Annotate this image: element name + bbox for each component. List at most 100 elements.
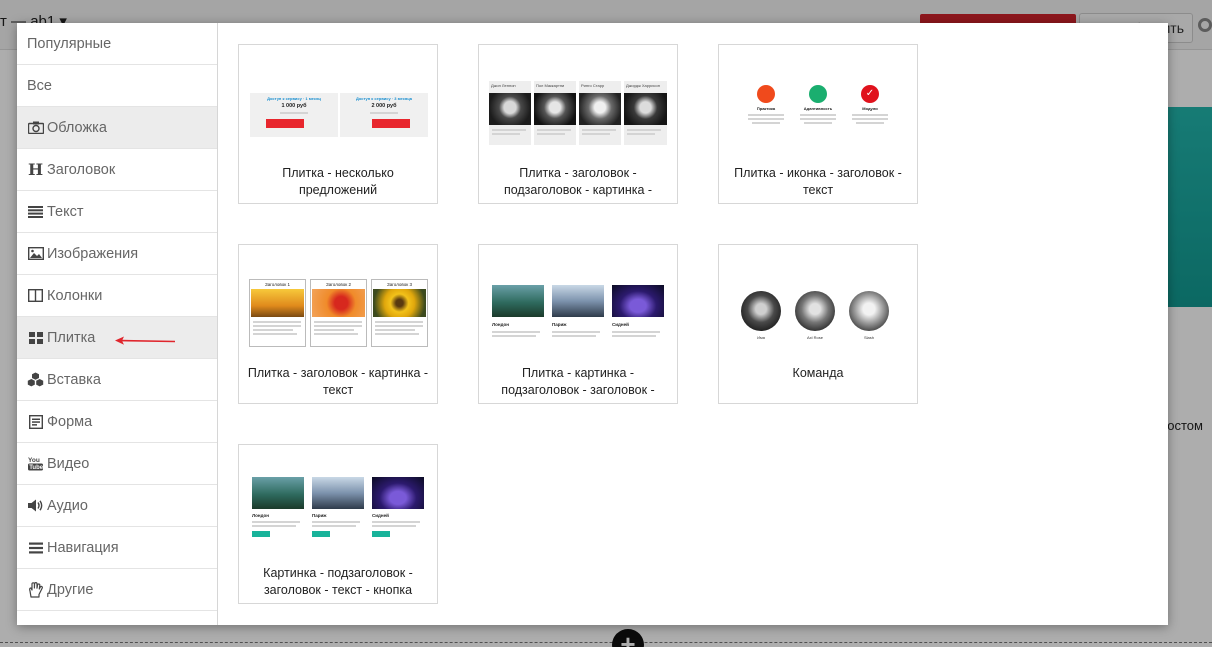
template-caption: Картинка - подзаголовок - заголовок - те… [263, 566, 413, 597]
runner-photo [312, 289, 365, 317]
template-thumbnail: Лондон Париж Сидней [248, 475, 428, 551]
sidebar-item-form[interactable]: Форма [17, 401, 217, 443]
sidebar-item-label: Все [27, 77, 52, 94]
feature-title: Практика [756, 106, 776, 111]
template-thumbnail: Заголовок 1 Заголовок 2 Заголовок 3 [248, 275, 428, 351]
youtube-icon: You Tube [27, 456, 44, 472]
sidebar-item-label: Видео [47, 455, 90, 472]
team-avatar [795, 291, 835, 331]
heading-icon: H [27, 160, 44, 179]
tiles-icon [27, 330, 44, 346]
card-button [372, 531, 390, 537]
person-tile: Пол Маккартни [534, 81, 576, 145]
template-card-cities[interactable]: Лондон Париж Сидней Плитка - картинка - … [478, 244, 678, 404]
card-button [252, 531, 270, 537]
text-lines-icon [27, 204, 44, 220]
template-card-heading-picture[interactable]: Заголовок 1 Заголовок 2 Заголовок 3 Плит… [238, 244, 438, 404]
city-name: Сидней [372, 513, 389, 518]
offer-head: Доступ к сервису · 3 месяца [355, 96, 412, 101]
template-caption: Плитка - иконка - заголовок - текст [734, 166, 902, 197]
london-photo [252, 477, 304, 509]
category-sidebar: Популярные Все Обложка H Заголовок Текст… [17, 23, 218, 625]
sidebar-item-label: Обложка [47, 119, 107, 136]
sidebar-item-cover[interactable]: Обложка [17, 107, 217, 149]
template-caption: Плитка - заголовок - картинка - текст [247, 366, 429, 397]
sidebar-item-navigation[interactable]: Навигация [17, 527, 217, 569]
speaker-icon [27, 498, 44, 514]
icon-feature: Практика [746, 85, 786, 145]
person-photo [534, 93, 576, 125]
sidebar-item-other[interactable]: Другие [17, 569, 217, 611]
sidebar-item-audio[interactable]: Аудио [17, 485, 217, 527]
city-name: Лондон [252, 513, 269, 518]
template-caption: Плитка - несколько предложений [282, 166, 394, 197]
feature-title: Модули [862, 106, 878, 111]
team-avatar [849, 291, 889, 331]
sidebar-item-embed[interactable]: Вставка [17, 359, 217, 401]
sidebar-item-label: Другие [47, 581, 94, 598]
sydney-photo [372, 477, 424, 509]
mobile-icon [809, 85, 827, 103]
sidebar-item-columns[interactable]: Колонки [17, 275, 217, 317]
sidebar-item-heading[interactable]: H Заголовок [17, 149, 217, 191]
svg-text:Tube: Tube [29, 465, 43, 471]
sunflower-photo [373, 289, 426, 317]
sidebar-item-label: Колонки [47, 287, 103, 304]
sidebar-item-text[interactable]: Текст [17, 191, 217, 233]
pointer-arrow-icon [115, 336, 176, 345]
checkmark-icon: ✓ [861, 85, 879, 103]
sidebar-item-label: Навигация [47, 539, 119, 556]
heading-tile: Заголовок 2 [310, 279, 367, 347]
icon-feature: ✓ Модули [850, 85, 890, 145]
person-name: Ринго Старр [581, 83, 605, 88]
icon-feature: Адаптивность [798, 85, 838, 145]
template-caption: Плитка - картинка - подзаголовок - загол… [501, 366, 655, 397]
template-card-people[interactable]: Джон Леннон Пол Маккартни Ринго Старр Дж… [478, 44, 678, 204]
block-library-modal: Популярные Все Обложка H Заголовок Текст… [17, 23, 1168, 625]
svg-text:You: You [28, 457, 40, 464]
sidebar-item-label: Текст [47, 203, 84, 220]
template-card-team[interactable]: Имя Axl Rose Slash Команда [718, 244, 918, 404]
sidebar-item-label: Популярные [27, 35, 112, 52]
paris-photo [312, 477, 364, 509]
offer-button [266, 119, 304, 128]
columns-icon [27, 288, 44, 304]
paris-photo [552, 285, 604, 317]
person-tile: Джордж Харрисон [624, 81, 667, 145]
template-card-picture-button[interactable]: Лондон Париж Сидней Картинка - подзаголо… [238, 444, 438, 604]
team-member-name: Axl Rose [806, 335, 823, 340]
template-card-offers[interactable]: Доступ к сервису · 1 месяц 1 000 руб Дос… [238, 44, 438, 204]
offer-head: Доступ к сервису · 1 месяц [267, 96, 321, 101]
tile-heading: Заголовок 2 [326, 282, 351, 287]
london-photo [492, 285, 544, 317]
sidebar-item-label: Форма [47, 413, 93, 430]
template-thumbnail: Джон Леннон Пол Маккартни Ринго Старр Дж… [488, 75, 668, 151]
camera-icon [27, 120, 44, 136]
sidebar-item-label: Аудио [47, 497, 88, 514]
heading-tile: Заголовок 1 [249, 279, 306, 347]
hand-icon [27, 581, 44, 598]
sidebar-item-popular[interactable]: Популярные [17, 23, 217, 65]
sidebar-item-video[interactable]: You Tube Видео [17, 443, 217, 485]
person-photo [624, 93, 667, 125]
city-name: Париж [552, 322, 567, 327]
template-thumbnail: Доступ к сервису · 1 месяц 1 000 руб Дос… [248, 75, 428, 151]
card-button [312, 531, 330, 537]
sidebar-item-label: Изображения [47, 245, 139, 262]
target-icon [757, 85, 775, 103]
sidebar-item-images[interactable]: Изображения [17, 233, 217, 275]
feature-title: Адаптивность [803, 106, 833, 111]
template-thumbnail: Имя Axl Rose Slash [728, 275, 908, 351]
template-card-icons[interactable]: Практика Адаптивность ✓ Модули Плитка - … [718, 44, 918, 204]
offer-button [372, 119, 410, 128]
person-name: Джон Леннон [491, 83, 516, 88]
template-caption: Плитка - заголовок - подзаголовок - карт… [503, 166, 653, 197]
template-caption: Команда [792, 366, 844, 380]
city-name: Париж [312, 513, 327, 518]
person-name: Джордж Харрисон [626, 83, 660, 88]
team-member-name: Имя [757, 335, 765, 340]
sidebar-item-label: Заголовок [47, 161, 116, 178]
tile-heading: Заголовок 3 [387, 282, 412, 287]
person-photo [579, 93, 621, 125]
sidebar-item-all[interactable]: Все [17, 65, 217, 107]
